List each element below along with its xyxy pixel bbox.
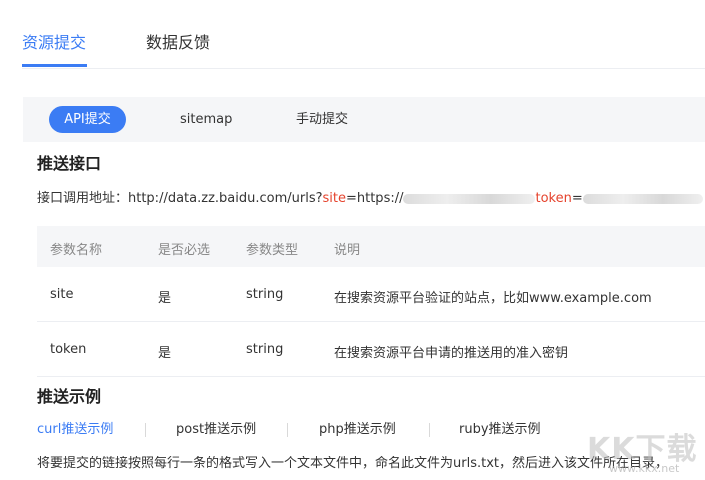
endpoint-prefix: 接口调用地址：http://data.zz.baidu.com/urls? xyxy=(37,191,323,206)
param-table: 参数名称 是否必选 参数类型 说明 site 是 string 在搜索资源平台验… xyxy=(37,226,705,377)
cell-description: 在搜索资源平台验证的站点，比如www.example.com xyxy=(334,291,652,306)
header-param-name: 参数名称 xyxy=(50,243,103,258)
push-examples-title: 推送示例 xyxy=(37,387,102,406)
tab-data-feedback[interactable]: 数据反馈 xyxy=(146,33,210,53)
top-tab-bar: 资源提交 数据反馈 xyxy=(22,0,705,69)
redacted-token-value xyxy=(582,193,703,204)
tab-resource-submit[interactable]: 资源提交 xyxy=(22,33,86,53)
cell-param-type: string xyxy=(246,342,284,357)
endpoint-url: 接口调用地址：http://data.zz.baidu.com/urls?sit… xyxy=(37,191,703,207)
cell-param-type: string xyxy=(246,287,284,302)
watermark-url-text: www.kkx.net xyxy=(609,462,680,475)
header-param-type: 参数类型 xyxy=(246,243,299,258)
active-tab-underline xyxy=(22,64,87,67)
cell-param-name: site xyxy=(50,287,74,302)
cell-required: 是 xyxy=(158,346,172,361)
push-api-title: 推送接口 xyxy=(37,154,102,173)
tab-divider xyxy=(287,423,288,437)
example-tab-post[interactable]: post推送示例 xyxy=(176,421,256,439)
submit-method-tabs: API提交 sitemap 手动提交 xyxy=(23,97,705,142)
example-tab-php[interactable]: php推送示例 xyxy=(319,421,396,439)
header-required: 是否必选 xyxy=(158,243,211,258)
subtab-sitemap[interactable]: sitemap xyxy=(180,106,232,133)
redacted-site-value xyxy=(403,193,536,204)
tab-divider xyxy=(429,423,430,437)
watermark-logo: KK下载 www.kkx.net xyxy=(585,424,705,480)
cell-description: 在搜索资源平台申请的推送用的准入密钥 xyxy=(334,346,569,361)
example-tab-curl[interactable]: curl推送示例 xyxy=(37,421,113,439)
token-param-key: token xyxy=(535,191,572,206)
tab-divider xyxy=(145,423,146,437)
token-param-eq: = xyxy=(571,191,583,206)
example-tab-ruby[interactable]: ruby推送示例 xyxy=(459,421,541,439)
subtab-api-submit[interactable]: API提交 xyxy=(49,106,126,133)
cell-param-name: token xyxy=(50,342,87,357)
table-row: site 是 string 在搜索资源平台验证的站点，比如www.example… xyxy=(37,267,705,322)
header-description: 说明 xyxy=(334,243,361,258)
table-header: 参数名称 是否必选 参数类型 说明 xyxy=(37,226,705,267)
site-param-key: site xyxy=(322,191,346,206)
table-row: token 是 string 在搜索资源平台申请的推送用的准入密钥 xyxy=(37,322,705,377)
cell-required: 是 xyxy=(158,291,172,306)
subtab-manual-submit[interactable]: 手动提交 xyxy=(296,106,348,133)
site-param-eq: =https:// xyxy=(345,191,404,206)
